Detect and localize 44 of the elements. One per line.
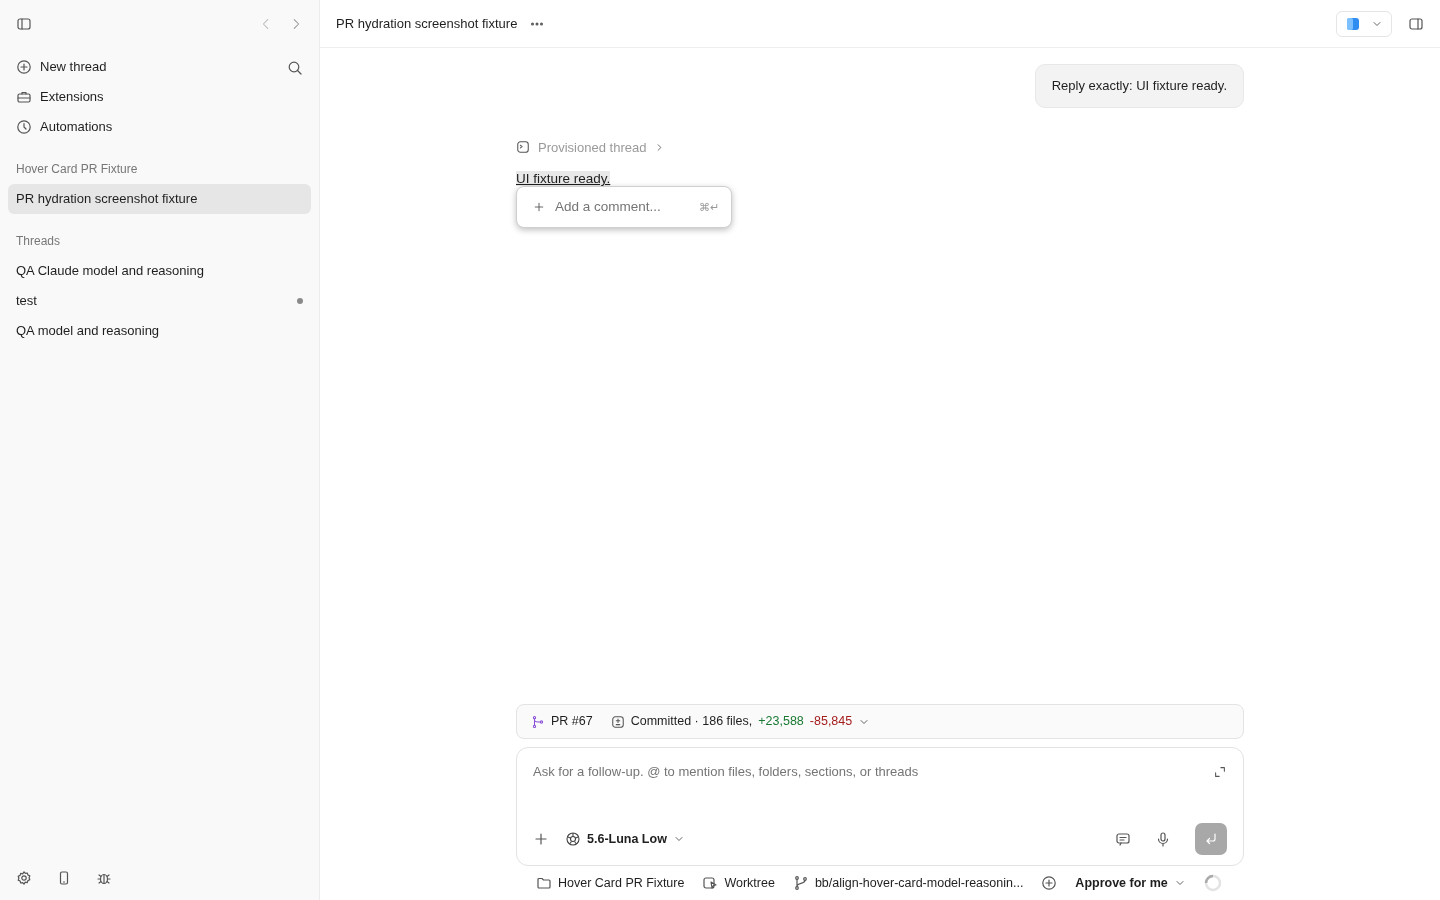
thread-item[interactable]: PR hydration screenshot fixture — [8, 184, 311, 214]
model-icon — [565, 831, 581, 847]
diff-icon — [610, 714, 625, 729]
plus-icon[interactable] — [533, 831, 549, 847]
sidebar-toggle-icon[interactable] — [16, 16, 32, 32]
nav-item[interactable]: New thread — [8, 52, 115, 82]
thread-item[interactable]: test — [8, 286, 311, 316]
section-heading: Threads — [15, 233, 62, 250]
branch-icon — [531, 714, 545, 729]
model-selector[interactable]: 5.6-Luna Low — [565, 829, 685, 849]
nav-item[interactable]: Extensions — [8, 82, 112, 112]
branch-button[interactable]: bb/align-hover-card-model-reasonin... — [792, 873, 1024, 893]
clock-icon — [16, 119, 32, 135]
open-in-button[interactable] — [1336, 10, 1392, 37]
toolbox-icon — [16, 89, 32, 105]
terminal-icon — [516, 140, 530, 155]
reply-text: UI fixture ready. — [516, 171, 611, 186]
folder-icon — [536, 875, 552, 891]
user-message: Reply exactly: UI fixture ready. — [1034, 64, 1244, 108]
comment-icon[interactable] — [1115, 831, 1131, 847]
settings-icon[interactable] — [16, 870, 32, 886]
unread-dot — [297, 298, 303, 304]
plus-icon — [533, 201, 545, 213]
app-icon — [1345, 15, 1361, 32]
approval-selector[interactable]: Approve for me — [1075, 873, 1186, 893]
nav-item[interactable]: Automations — [8, 112, 121, 142]
pr-link[interactable]: PR #67 — [531, 712, 593, 731]
folder-button[interactable]: Hover Card PR Fixture — [536, 873, 685, 893]
search-icon[interactable] — [287, 59, 303, 76]
thread-item[interactable]: QA model and reasoning — [8, 316, 311, 346]
shortcut-hint: ⌘↵ — [699, 199, 719, 215]
thread-title: PR hydration screenshot fixture — [336, 14, 518, 33]
plus-circle-icon — [16, 59, 32, 75]
expand-icon[interactable] — [1213, 764, 1227, 779]
diff-summary-button[interactable]: Committed · 186 files, +23,588 -85,845 — [610, 712, 871, 731]
worktree-button[interactable]: Worktree — [702, 873, 775, 893]
loading-spinner — [1203, 874, 1222, 892]
panel-toggle-icon[interactable] — [1408, 16, 1424, 33]
microphone-icon[interactable] — [1155, 831, 1171, 847]
thread-item[interactable]: QA Claude model and reasoning — [8, 256, 311, 286]
add-context-icon[interactable] — [1041, 875, 1058, 891]
section-heading: Hover Card PR Fixture — [15, 161, 139, 178]
git-branch-icon — [792, 875, 809, 891]
worktree-icon — [702, 875, 719, 891]
